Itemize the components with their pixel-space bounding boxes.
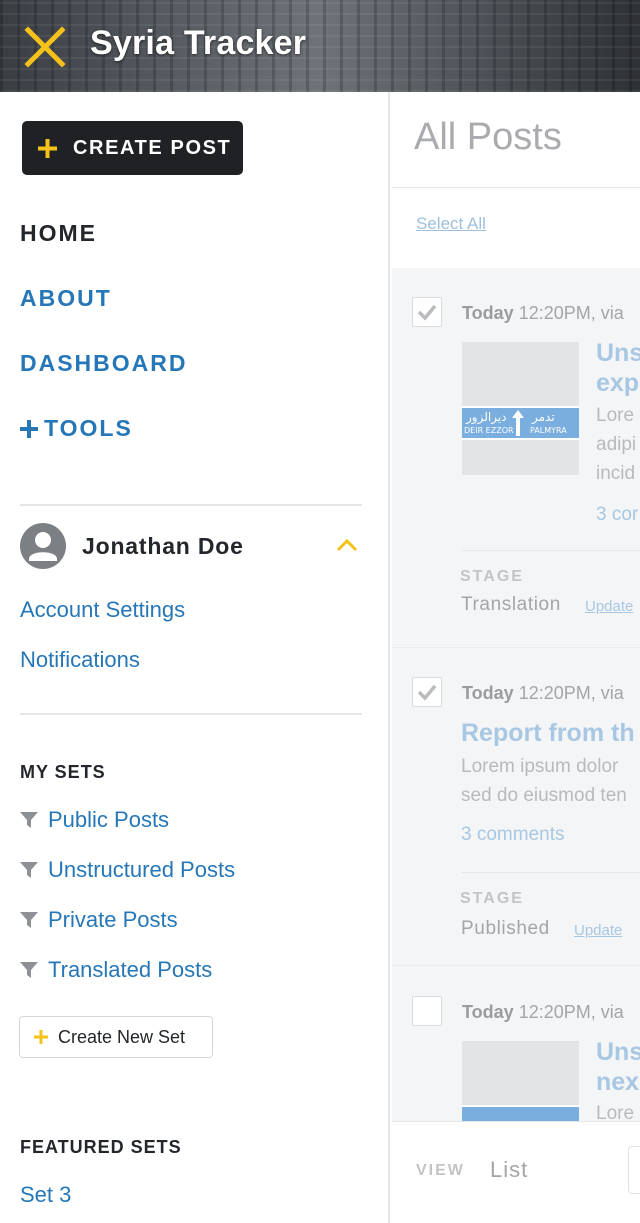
post-card[interactable]: Today 12:20PM, via Uns nex Lore: [392, 966, 640, 1174]
post-checkbox[interactable]: [412, 677, 442, 707]
post-card[interactable]: Today 12:20PM, via ديرالزور تدمر DEIR EZ…: [392, 268, 640, 648]
nav-dashboard[interactable]: DASHBOARD: [20, 350, 188, 377]
post-meta: Today 12:20PM, via: [462, 1002, 624, 1022]
divider: [462, 550, 640, 551]
post-excerpt: Lore adipi incid: [596, 405, 637, 484]
post-checkbox[interactable]: [412, 297, 442, 327]
plus-icon: [20, 419, 38, 438]
user-name: Jonathan Doe: [82, 532, 244, 559]
notifications-link[interactable]: Notifications: [20, 647, 140, 673]
stage-label: STAGE: [460, 568, 524, 585]
nav-tools-label: TOOLS: [44, 415, 133, 441]
divider: [20, 713, 362, 715]
create-new-set-label: Create New Set: [58, 1026, 186, 1047]
set-item-translated-posts[interactable]: Translated Posts: [20, 957, 212, 983]
stage-value: Published: [461, 918, 550, 939]
account-settings-link[interactable]: Account Settings: [20, 597, 185, 623]
comments-link[interactable]: 3 cor: [596, 504, 638, 526]
sidebar: CREATE POST HOME ABOUT DASHBOARD TOOLS J…: [0, 92, 390, 1223]
view-mode-bar: VIEW List: [392, 1121, 640, 1223]
set-item-label: Public Posts: [48, 807, 170, 832]
view-label: VIEW: [416, 1162, 465, 1179]
road-sign-image: ديرالزور تدمر DEIR EZZOR PALMYRA: [462, 406, 579, 440]
post-checkbox[interactable]: [412, 996, 442, 1026]
post-card[interactable]: Today 12:20PM, via Report from th Lorem …: [392, 648, 640, 966]
featured-sets-title: FEATURED SETS: [20, 1137, 182, 1157]
chevron-up-icon[interactable]: [336, 538, 358, 552]
create-new-set-button[interactable]: Create New Set: [19, 1016, 213, 1058]
posts-panel: All Posts Select All Today 12:20PM, via …: [392, 92, 640, 1223]
set-item-private-posts[interactable]: Private Posts: [20, 907, 178, 933]
post-title[interactable]: Uns nex: [596, 1037, 640, 1097]
update-stage-link[interactable]: Update: [574, 922, 622, 939]
post-excerpt: Lorem ipsum dolor sed do eiusmod ten: [461, 756, 627, 806]
nav-tools[interactable]: TOOLS: [20, 415, 133, 442]
featured-set-item[interactable]: Set 3: [20, 1182, 71, 1208]
set-item-unstructured-posts[interactable]: Unstructured Posts: [20, 857, 235, 883]
posts-header: All Posts: [392, 92, 640, 188]
create-post-button[interactable]: CREATE POST: [22, 121, 243, 175]
close-icon[interactable]: [24, 26, 66, 68]
update-stage-link[interactable]: Update: [585, 598, 633, 615]
filter-icon: [20, 912, 38, 928]
nav-about[interactable]: ABOUT: [20, 285, 112, 312]
create-post-label: CREATE POST: [73, 136, 232, 159]
page-title: All Posts: [414, 116, 562, 158]
plus-icon: [34, 1030, 48, 1044]
set-item-label: Private Posts: [48, 907, 178, 932]
post-thumbnail: ديرالزور تدمر DEIR EZZOR PALMYRA: [462, 342, 579, 475]
set-item-label: Translated Posts: [48, 957, 213, 982]
nav-home[interactable]: HOME: [20, 220, 97, 247]
post-meta: Today 12:20PM, via: [462, 303, 624, 323]
set-item-label: Unstructured Posts: [48, 857, 236, 882]
stage-value: Translation: [461, 594, 561, 615]
view-toggle[interactable]: [628, 1146, 640, 1194]
app-header: Syria Tracker: [0, 0, 640, 92]
post-title[interactable]: Report from th: [461, 718, 635, 748]
plus-icon: [38, 138, 57, 158]
app-title: Syria Tracker: [90, 24, 307, 62]
checkmark-icon: [417, 304, 437, 321]
stage-label: STAGE: [460, 890, 524, 907]
post-title[interactable]: Uns exp: [596, 338, 640, 398]
my-sets-title: MY SETS: [20, 762, 106, 782]
post-meta: Today 12:20PM, via: [462, 683, 624, 703]
checkmark-icon: [417, 684, 437, 701]
filter-icon: [20, 962, 38, 978]
divider: [462, 872, 640, 873]
filter-icon: [20, 812, 38, 828]
divider: [20, 504, 362, 506]
comments-link[interactable]: 3 comments: [461, 824, 564, 846]
user-icon: [29, 532, 57, 561]
avatar: [20, 523, 66, 569]
filter-icon: [20, 862, 38, 878]
select-all-link[interactable]: Select All: [416, 214, 486, 234]
user-menu-toggle[interactable]: Jonathan Doe: [20, 522, 362, 570]
view-mode-value[interactable]: List: [490, 1157, 528, 1183]
set-item-public-posts[interactable]: Public Posts: [20, 807, 169, 833]
